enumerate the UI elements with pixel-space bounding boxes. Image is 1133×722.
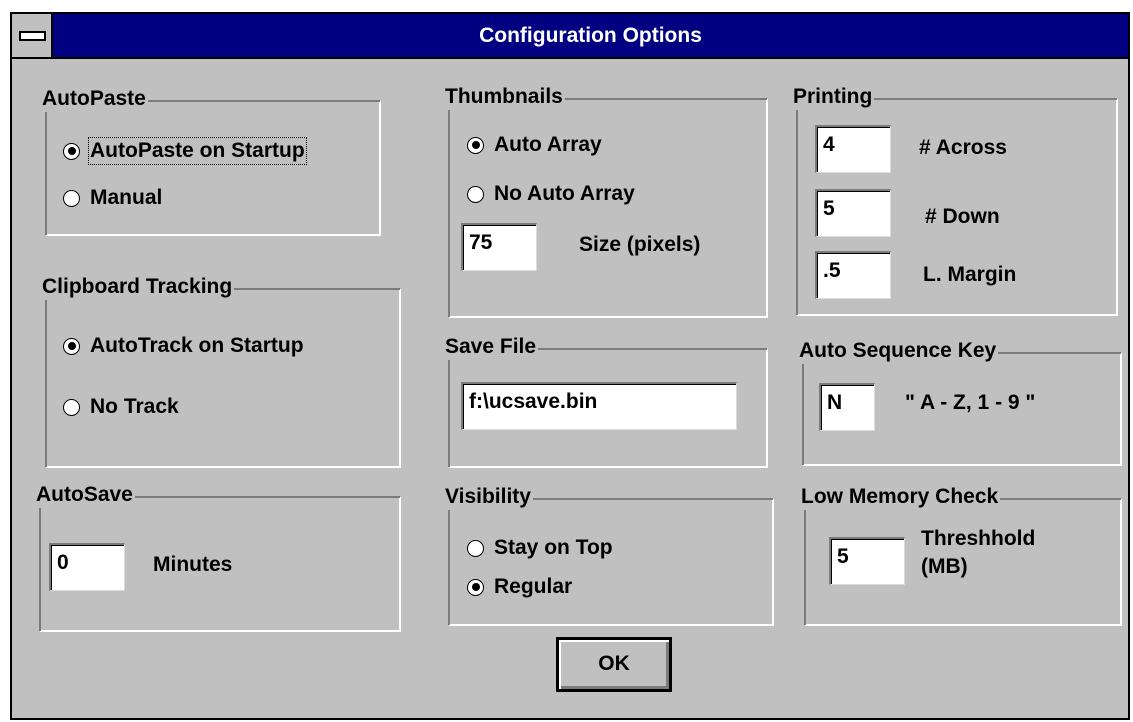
autopaste-group: AutoPaste AutoPaste on Startup Manual [40,86,381,236]
config-dialog: Configuration Options AutoPaste AutoPast… [10,12,1130,720]
low-memory-group: Low Memory Check 5 Threshhold (MB) [799,484,1122,626]
auto-sequence-group: Auto Sequence Key N " A - Z, 1 - 9 " [797,338,1122,466]
radio-autotrack-startup[interactable]: AutoTrack on Startup [63,334,304,358]
thumbnail-size-input[interactable]: 75 [461,223,537,271]
clipboard-tracking-group: Clipboard Tracking AutoTrack on Startup … [40,274,401,468]
radio-no-track[interactable]: No Track [63,395,179,419]
radio-label: AutoPaste on Startup [88,137,307,165]
radio-unselected-icon [63,189,80,207]
print-margin-label: L. Margin [923,263,1017,286]
print-down-label: # Down [925,205,1000,228]
clipboard-tracking-legend: Clipboard Tracking [40,274,235,300]
radio-selected-icon [467,578,484,596]
autosave-minutes-input[interactable]: 0 [49,543,125,591]
thumbnails-group: Thumbnails Auto Array No Auto Array 75 S… [443,84,768,318]
radio-unselected-icon [63,398,80,416]
autosave-group: AutoSave 0 Minutes [34,482,401,632]
visibility-legend: Visibility [443,484,533,510]
save-file-path-input[interactable]: f:\ucsave.bin [461,382,737,430]
radio-stay-on-top[interactable]: Stay on Top [467,536,613,560]
title-bar: Configuration Options [12,14,1128,59]
autosave-minutes-label: Minutes [153,553,233,576]
ok-button[interactable]: OK [556,637,672,692]
threshold-label: Threshhold [921,527,1036,550]
print-across-input[interactable]: 4 [815,125,891,173]
auto-sequence-legend: Auto Sequence Key [797,338,999,364]
radio-label: Manual [90,186,163,209]
visibility-group: Visibility Stay on Top Regular [443,484,774,626]
system-menu-icon [19,31,46,41]
printing-legend: Printing [791,84,875,110]
threshold-unit-label: (MB) [921,555,968,578]
window-title: Configuration Options [479,24,702,47]
radio-label: No Track [90,395,179,418]
save-file-group: Save File f:\ucsave.bin [443,334,768,468]
print-across-label: # Across [919,136,1007,159]
radio-selected-icon [467,136,484,154]
radio-manual[interactable]: Manual [63,186,162,210]
radio-label: Stay on Top [494,536,613,559]
radio-label: No Auto Array [494,182,635,205]
radio-selected-icon [63,142,80,160]
sequence-key-input[interactable]: N [819,383,875,431]
radio-no-auto-array[interactable]: No Auto Array [467,182,635,206]
print-down-input[interactable]: 5 [815,189,891,237]
autopaste-legend: AutoPaste [40,86,148,112]
radio-autopaste-startup[interactable]: AutoPaste on Startup [63,137,307,165]
memory-threshold-input[interactable]: 5 [829,537,905,585]
radio-unselected-icon [467,539,484,557]
sequence-range-hint: " A - Z, 1 - 9 " [905,391,1036,414]
radio-unselected-icon [467,185,484,203]
system-menu-button[interactable] [12,14,53,57]
thumbnail-size-label: Size (pixels) [579,233,701,256]
radio-label: Auto Array [494,133,602,156]
radio-label: Regular [494,575,573,598]
radio-label: AutoTrack on Startup [90,334,304,357]
autosave-legend: AutoSave [34,482,135,508]
thumbnails-legend: Thumbnails [443,84,565,110]
save-file-legend: Save File [443,334,539,360]
printing-group: Printing 4 # Across 5 # Down .5 L. Margi… [791,84,1118,316]
low-memory-legend: Low Memory Check [799,484,1001,510]
radio-selected-icon [63,337,80,355]
print-margin-input[interactable]: .5 [815,251,891,299]
radio-auto-array[interactable]: Auto Array [467,133,602,157]
radio-regular[interactable]: Regular [467,575,572,599]
